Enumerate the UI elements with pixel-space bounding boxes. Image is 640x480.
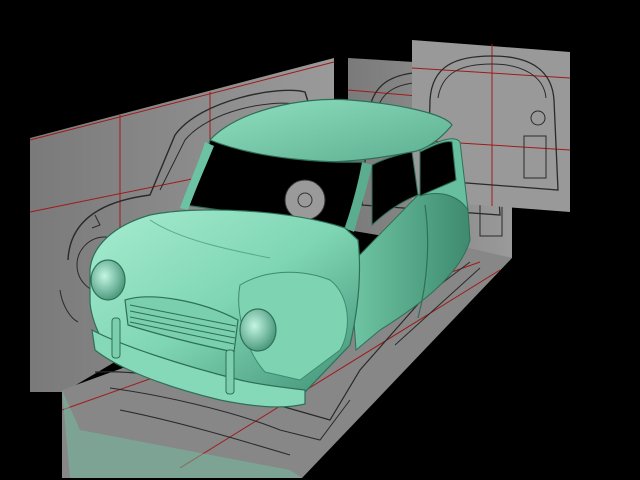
3d-viewport[interactable]	[0, 0, 640, 480]
right-headlamp	[239, 308, 277, 352]
scene-render	[29, 40, 571, 478]
left-headlamp	[90, 259, 126, 301]
